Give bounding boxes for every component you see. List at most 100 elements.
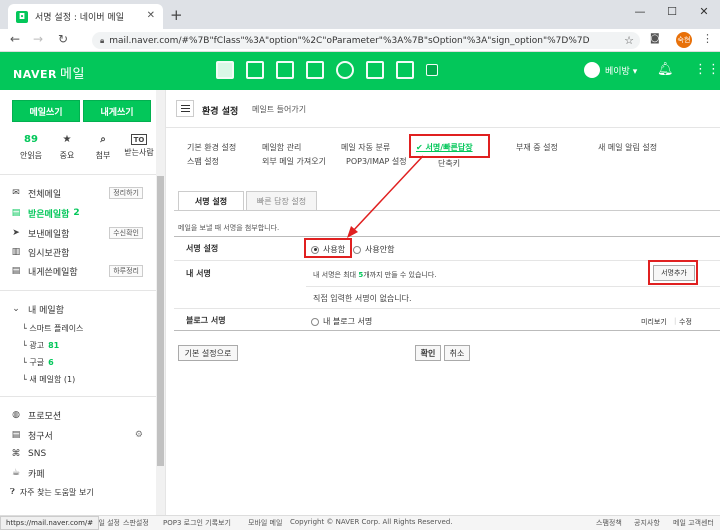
new-tab-icon[interactable]: + — [170, 6, 183, 24]
menu-toggle-icon[interactable] — [176, 100, 194, 117]
scrollbar-thumb[interactable] — [157, 176, 164, 466]
settings-main: 환경 설정 메일트 들어가기 기본 환경 설정 스팸 설정 메일함 관리 외부 … — [166, 90, 720, 515]
menu-spam-settings[interactable]: 스팸 설정 — [187, 156, 219, 167]
folder-inbox[interactable]: ▤ 받은메일함 2 — [10, 206, 155, 220]
quick-to-me[interactable]: TO 받는사람 — [122, 134, 156, 161]
naver-mail-favicon-icon: ◘ — [16, 10, 28, 23]
contacts-app-icon[interactable] — [276, 61, 294, 79]
folder-cafe[interactable]: ☕ 카페 — [10, 466, 155, 480]
app-shortcuts — [216, 61, 438, 79]
office-app-icon[interactable] — [366, 61, 384, 79]
minimize-icon[interactable]: — — [624, 0, 656, 29]
menu-shortcut[interactable]: 단축키 — [438, 158, 460, 169]
radio-no-use[interactable]: 사용안함 — [353, 244, 394, 255]
back-icon[interactable]: ← — [10, 32, 20, 46]
footer-help-center[interactable]: 메일 고객센터 — [673, 518, 714, 528]
reset-default-button[interactable]: 기본 설정으로 — [178, 345, 238, 361]
page-title: 환경 설정 — [202, 107, 239, 117]
annotation-arrow — [347, 155, 424, 238]
preview-link[interactable]: 미리보기 — [641, 317, 667, 327]
send-icon: ➤ — [12, 228, 20, 238]
more-apps-icon[interactable] — [426, 64, 438, 76]
mailbox-label: 광고 — [29, 340, 45, 350]
apps-grid-icon[interactable]: ⋮⋮ — [694, 62, 720, 77]
tree-branch-icon: └ — [22, 340, 30, 350]
quick-attachment[interactable]: ⌕ 첨부 — [86, 134, 120, 161]
memo-app-icon[interactable] — [306, 61, 324, 79]
maximize-icon[interactable]: ☐ — [656, 0, 688, 29]
gear-icon[interactable]: ⚙ — [135, 430, 143, 440]
my-mailbox-toggle[interactable]: ⌄ 내 메일함 — [10, 302, 155, 316]
quick-label: 안읽음 — [19, 151, 43, 160]
mailbox-smartplace[interactable]: └ 스마트 플레이스 — [22, 321, 83, 335]
footer-mobile-mail[interactable]: 모바일 메일 — [248, 518, 282, 528]
footer-notice[interactable]: 공지사항 — [634, 518, 660, 528]
menu-absent[interactable]: 부재 중 설정 — [516, 142, 558, 153]
mailbox-label: 새 메일함 (1) — [29, 374, 76, 384]
sidebar-scrollbar[interactable] — [156, 90, 165, 515]
radio-blog-signature[interactable]: 내 블로그 서명 — [311, 316, 372, 327]
url-field[interactable]: 🔒︎ mail.naver.com/#%7B"fClass"%3A"option… — [92, 32, 640, 49]
user-menu[interactable]: 베이방 ▾ — [584, 62, 637, 78]
folder-bills[interactable]: ▤ 청구서 ⚙ — [10, 428, 155, 442]
menu-new-mail-notify[interactable]: 새 메일 알림 설정 — [598, 142, 657, 153]
forward-icon[interactable]: → — [33, 32, 43, 46]
link-divider: | — [674, 317, 677, 325]
signature-limit-text: 내 서명은 최대 5개까지 만들 수 있습니다. — [313, 270, 437, 280]
tab-underline — [174, 210, 720, 211]
cloud-app-icon[interactable] — [336, 61, 354, 79]
read-receipt-button[interactable]: 수신확인 — [109, 227, 143, 239]
quick-important[interactable]: ★ 중요 — [50, 134, 84, 161]
camera-icon[interactable]: ◙ — [650, 33, 660, 44]
write-mail-button[interactable]: 메일쓰기 — [12, 100, 80, 122]
window-controls: — ☐ ✕ — [624, 0, 720, 29]
tab-signature-settings[interactable]: 서명 설정 — [178, 191, 244, 211]
folder-all-mail[interactable]: ✉ 전체메일 정리하기 — [10, 186, 155, 200]
works-app-icon[interactable] — [396, 61, 414, 79]
quick-unread[interactable]: 89 안읽음 — [14, 134, 48, 161]
mailbox-ads[interactable]: └ 광고 81 — [22, 338, 59, 352]
naver-mail-logo[interactable]: NAVER 메일 — [13, 63, 85, 82]
folder-drafts[interactable]: ▥ 임시보관함 — [10, 245, 155, 259]
folder-label: 받은메일함 — [28, 209, 70, 220]
unread-count: 89 — [24, 134, 38, 145]
sign-setting-label: 서명 설정 — [186, 244, 219, 253]
mailbox-count: 81 — [48, 340, 60, 350]
help-link[interactable]: ❓︎ 자주 찾는 도움말 보기 — [0, 483, 156, 501]
folder-promotion[interactable]: ◍ 프로모션 — [10, 408, 155, 422]
mail-app-icon[interactable] — [216, 61, 234, 79]
footer-spam-policy[interactable]: 스팸정책 — [596, 518, 622, 528]
profile-avatar[interactable]: 숙현 — [676, 32, 692, 48]
write-to-self-button[interactable]: 내게쓰기 — [83, 100, 151, 122]
inbox-icon: ▤ — [11, 208, 21, 218]
folder-to-self[interactable]: ▤ 내게쓴메일함 하루정리 — [10, 264, 155, 278]
username: 베이방 ▾ — [605, 66, 638, 77]
browser-menu-icon[interactable]: ⋮ — [702, 32, 713, 45]
bell-icon[interactable]: 🔔︎ — [657, 62, 674, 77]
close-window-icon[interactable]: ✕ — [688, 0, 720, 29]
reload-icon[interactable]: ↻ — [58, 32, 68, 46]
calendar-app-icon[interactable] — [246, 61, 264, 79]
folder-sns[interactable]: ⌘ SNS — [10, 447, 155, 461]
menu-basic-settings[interactable]: 기본 환경 설정 — [187, 142, 236, 153]
quick-label: 중요 — [59, 151, 75, 160]
daily-cleanup-button[interactable]: 하루정리 — [109, 265, 143, 277]
mailbox-new[interactable]: └ 새 메일함 (1) — [22, 372, 75, 386]
edit-link[interactable]: 수정 — [679, 317, 692, 327]
my-signature-label: 내 서명 — [186, 269, 211, 278]
bookmark-star-icon[interactable]: ☆ — [624, 34, 634, 47]
folder-sent[interactable]: ➤ 보낸메일함 수신확인 — [10, 226, 155, 240]
close-tab-icon[interactable]: ✕ — [147, 10, 155, 21]
footer-spam-settings[interactable]: 스판설정 — [123, 518, 149, 528]
divider — [0, 290, 156, 291]
footer-pop3-log[interactable]: POP3 로그인 기록보기 — [163, 518, 231, 528]
browser-tab[interactable]: ◘ 서명 설정 : 네이버 메일 ✕ — [8, 4, 163, 29]
menu-mailbox-manage[interactable]: 메일함 관리 — [262, 142, 301, 153]
import-link[interactable]: 메일트 들어가기 — [252, 104, 306, 115]
cancel-button[interactable]: 취소 — [444, 345, 470, 361]
folder-label: SNS — [28, 449, 47, 459]
cleanup-button[interactable]: 정리하기 — [109, 187, 143, 199]
row-divider — [306, 286, 720, 287]
confirm-button[interactable]: 확인 — [415, 345, 441, 361]
mailbox-google[interactable]: └ 구글 6 — [22, 355, 54, 369]
